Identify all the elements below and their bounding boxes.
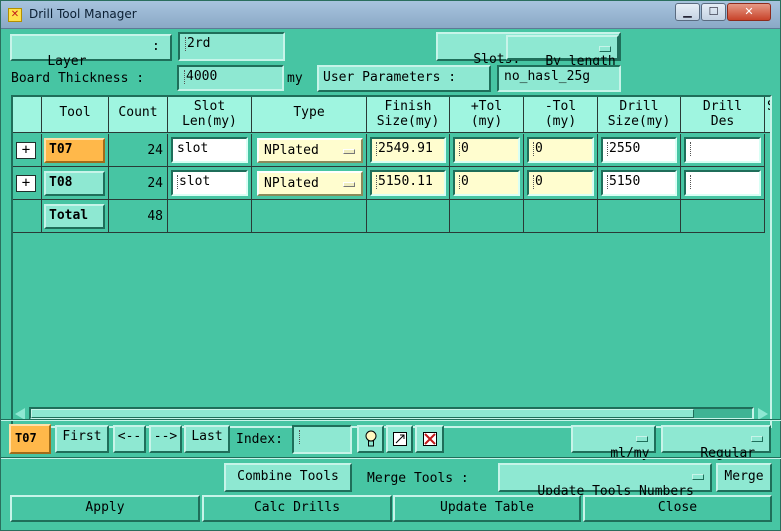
thickness-unit: my [287,71,303,86]
delete-icon [422,432,437,446]
tool-button[interactable]: T07 [44,138,105,163]
dropdown-indicator-icon [599,46,611,52]
title-bar: ✕ Drill Tool Manager ▁ ☐ ✕ [1,1,780,29]
expand-icon[interactable]: + [16,142,36,159]
merge-button[interactable]: Merge [716,463,772,492]
user-parameters-label: User Parameters : [317,65,491,92]
drill-des-input[interactable] [684,170,761,196]
slots-option-menu[interactable]: By length [506,35,619,69]
minimize-button[interactable]: ▁ [675,3,700,21]
apply-button[interactable]: Apply [10,495,200,522]
scroll-thumb[interactable] [31,409,694,418]
user-parameters-field[interactable]: no_hasl_25g [497,65,621,92]
layer-colon: : [152,39,160,54]
update-table-button[interactable]: Update Table [393,495,581,522]
divider [1,457,781,459]
close-button[interactable]: Close [583,495,772,522]
horizontal-scrollbar[interactable] [13,404,770,426]
merge-tools-label: Merge Tools : [367,471,469,486]
first-button[interactable]: First [55,425,109,453]
minus-tol-input[interactable]: 0 [527,137,594,163]
layer-field[interactable]: 2rd [178,32,285,61]
expand-icon[interactable]: + [16,175,36,192]
column-header-slot-len: Slot Len(my) [168,97,252,133]
board-thickness-label: Board Thickness : [11,71,145,86]
bulb-icon-button[interactable] [357,425,384,453]
type-value: NPlated [264,143,319,158]
maximize-button[interactable]: ☐ [701,3,726,21]
dropdown-indicator-icon [343,149,355,154]
text-caret [299,429,300,444]
next-button[interactable]: --> [149,425,182,453]
slot-length-input[interactable]: slot [171,137,248,163]
index-label: Index: [236,432,283,447]
layer-label-box: Layer : [10,34,172,69]
tools-table: Tool Count Slot Len(my) Type Finish Size(m… [11,95,772,428]
tool-button[interactable]: T08 [44,171,105,196]
type-value: NPlated [264,176,319,191]
column-header-drill-size: Drill Size(my) [598,97,681,133]
calc-drills-button[interactable]: Calc Drills [202,495,392,522]
units-option-menu[interactable]: ml/my [571,425,656,461]
drill-size-input[interactable]: 5150 [601,170,677,196]
dropdown-indicator-icon [692,474,704,480]
plus-tol-input[interactable]: 0 [453,137,520,163]
column-header-tool: Tool [42,97,109,133]
column-header-overflow: S [765,97,770,133]
plus-tol-input[interactable]: 0 [453,170,520,196]
column-header-type: Type [252,97,367,133]
drill-tool-manager-window: ✕ Drill Tool Manager ▁ ☐ ✕ Layer : 2rd S… [0,0,781,531]
slot-length-input[interactable]: slot [171,170,248,196]
column-header-count: Count [109,97,168,133]
minus-tol-input[interactable]: 0 [527,170,594,196]
layer-label: Layer [47,54,87,69]
table-row: + T07 24 slot NPlated 2549.91 0 0 2550 [13,134,770,167]
combine-tools-button[interactable]: Combine Tools [224,463,352,492]
expand-column-header [13,97,42,133]
close-window-button[interactable]: ✕ [727,3,771,21]
column-header-plus-tol: +Tol (my) [450,97,524,133]
update-tools-numbers-option-menu[interactable]: Update Tools Numbers [498,463,712,499]
text-caret [184,69,185,84]
select-area-icon [392,432,407,446]
dropdown-indicator-icon [751,436,763,442]
type-option-menu[interactable]: NPlated [257,171,363,196]
type-option-menu[interactable]: NPlated [257,138,363,163]
dropdown-indicator-icon [343,182,355,187]
board-thickness-field[interactable]: 4000 [177,65,284,91]
board-thickness-value: 4000 [186,69,218,84]
column-header-finish-size: Finish Size(my) [367,97,450,133]
dropdown-indicator-icon [636,436,648,442]
table-row: + T08 24 slot NPlated 5150.11 0 0 5150 [13,167,770,200]
column-header-minus-tol: -Tol (my) [524,97,598,133]
delete-icon-button[interactable] [415,425,444,453]
mode-option-menu[interactable]: Regular [661,425,771,461]
select-icon-button[interactable] [386,425,413,453]
app-icon: ✕ [8,8,22,22]
user-parameters-value: no_hasl_25g [504,69,591,84]
index-input[interactable] [292,425,352,454]
column-header-drill-des: Drill Des [681,97,765,133]
total-row: Total 48 [13,200,770,233]
finish-size-input[interactable]: 2549.91 [370,137,446,163]
window-title: Drill Tool Manager [29,7,137,21]
divider [1,419,781,421]
last-button[interactable]: Last [184,425,230,453]
previous-button[interactable]: <-- [113,425,146,453]
total-count: 48 [147,209,163,224]
total-button[interactable]: Total [44,204,105,229]
drill-des-input[interactable] [684,137,761,163]
tool-count: 24 [147,143,163,158]
layer-value: 2rd [187,36,211,51]
current-tool-indicator: T07 [9,424,51,454]
text-caret [185,36,186,51]
drill-size-input[interactable]: 2550 [601,137,677,163]
finish-size-input[interactable]: 5150.11 [370,170,446,196]
bulb-icon [365,430,376,447]
tool-count: 24 [147,176,163,191]
